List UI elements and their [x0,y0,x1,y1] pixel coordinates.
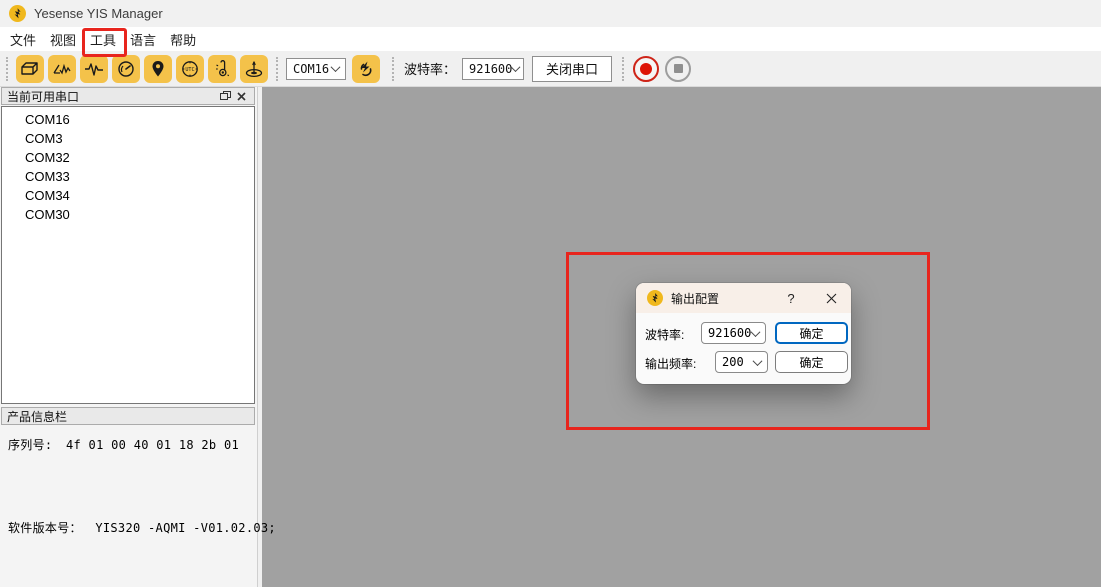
software-version-value: YIS320 -AQMI -V01.02.03; [95,521,276,535]
port-list-item[interactable]: COM34 [2,186,254,205]
thermometer-icon [213,60,231,78]
gauge-button[interactable] [112,55,140,83]
dialog-rate-value: 200 [722,355,744,369]
output-rate-row: 输出频率: 200 确定 [645,351,842,373]
window-title: Yesense YIS Manager [34,6,163,21]
dock-header-product-info: 产品信息栏 [1,407,255,425]
close-icon [237,92,246,101]
title-bar: Yesense YIS Manager [0,0,1101,27]
software-version-label: 软件版本号： [8,521,82,535]
toolbar-drag-handle[interactable] [6,57,8,81]
cube-3d-icon [20,61,40,77]
angle-waveform-icon [52,61,72,77]
stylus-on-pad-icon [244,60,264,78]
dialog-logo-icon [647,290,663,306]
location-button[interactable] [144,55,172,83]
toolbar-separator [622,57,624,81]
baud-rate-label: 波特率： [404,59,456,78]
float-icon [220,91,231,101]
utc-clock-icon: UTC [181,60,199,78]
waveform-icon [84,61,104,77]
dialog-title: 输出配置 [671,290,719,307]
temperature-button[interactable] [208,55,236,83]
dialog-title-bar[interactable]: 输出配置 ? [636,283,851,313]
stop-button[interactable] [665,56,691,82]
menu-tools[interactable]: 工具 [84,28,122,51]
dock-title: 当前可用串口 [7,88,79,105]
float-panel-button[interactable] [217,89,233,103]
menu-bar: 文件 视图 工具 语言 帮助 [0,27,1101,51]
record-icon [640,63,652,75]
port-select[interactable]: COM16 [286,58,346,80]
close-icon [826,293,837,304]
menu-view[interactable]: 视图 [44,28,82,51]
view-3d-button[interactable] [16,55,44,83]
dialog-close-button[interactable] [822,293,840,304]
port-list-item[interactable]: COM33 [2,167,254,186]
refresh-ports-button[interactable] [352,55,380,83]
toolbar-separator [392,57,394,81]
port-select-value: COM16 [293,62,329,76]
stylus-calibration-button[interactable] [240,55,268,83]
serial-number-label: 序列号: [8,438,52,452]
dialog-baud-label: 波特率: [645,326,684,343]
toolbar-separator [276,57,278,81]
baud-ok-button[interactable]: 确定 [775,322,848,344]
close-serial-port-button[interactable]: 关闭串口 [532,56,612,82]
port-list-item[interactable]: COM3 [2,129,254,148]
chevron-down-icon [751,327,761,337]
dialog-baud-value: 921600 [708,326,751,340]
chevron-down-icon [511,62,521,72]
svg-text:UTC: UTC [185,67,194,73]
location-pin-icon [151,60,165,78]
refresh-icon [357,60,375,78]
serial-port-dock: 当前可用串口 COM16 COM3 COM32 COM33 COM34 COM3… [0,87,258,587]
dialog-baud-select[interactable]: 921600 [701,322,766,344]
serial-number-row: 序列号: 4f 01 00 40 01 18 2b 01 [8,436,239,453]
available-ports-list: COM16 COM3 COM32 COM33 COM34 COM30 [1,106,255,404]
chevron-down-icon [753,356,763,366]
close-panel-button[interactable] [233,89,249,103]
dialog-body: 波特率: 921600 确定 输出频率: 200 确定 [636,313,851,384]
menu-help[interactable]: 帮助 [164,28,202,51]
output-config-dialog: 输出配置 ? 波特率: 921600 确定 输出频率: 200 确定 [636,283,851,384]
rate-ok-button[interactable]: 确定 [775,351,848,373]
serial-number-value: 4f 01 00 40 01 18 2b 01 [66,438,239,452]
dialog-help-button[interactable]: ? [782,291,800,306]
stop-icon [674,64,683,73]
product-info-title: 产品信息栏 [7,408,67,425]
utc-clock-button[interactable]: UTC [176,55,204,83]
port-list-item[interactable]: COM30 [2,205,254,224]
port-list-item[interactable]: COM16 [2,110,254,129]
baud-rate-value: 921600 [469,62,512,76]
record-button[interactable] [633,56,659,82]
software-version-row: 软件版本号： YIS320 -AQMI -V01.02.03; [8,519,276,536]
app-logo-icon [9,5,26,22]
angle-plot-button[interactable] [48,55,76,83]
gauge-icon [117,60,135,78]
dock-header-available-ports: 当前可用串口 [1,87,255,105]
menu-file[interactable]: 文件 [4,28,42,51]
toolbar: UTC COM16 波特率： 921600 关闭串口 [0,51,1101,87]
chevron-down-icon [331,62,341,72]
dialog-rate-select[interactable]: 200 [715,351,768,373]
baud-rate-row: 波特率: 921600 确定 [645,322,842,344]
baud-rate-select[interactable]: 921600 [462,58,524,80]
menu-language[interactable]: 语言 [124,28,162,51]
dialog-rate-label: 输出频率: [645,355,696,372]
port-list-item[interactable]: COM32 [2,148,254,167]
waveform-plot-button[interactable] [80,55,108,83]
